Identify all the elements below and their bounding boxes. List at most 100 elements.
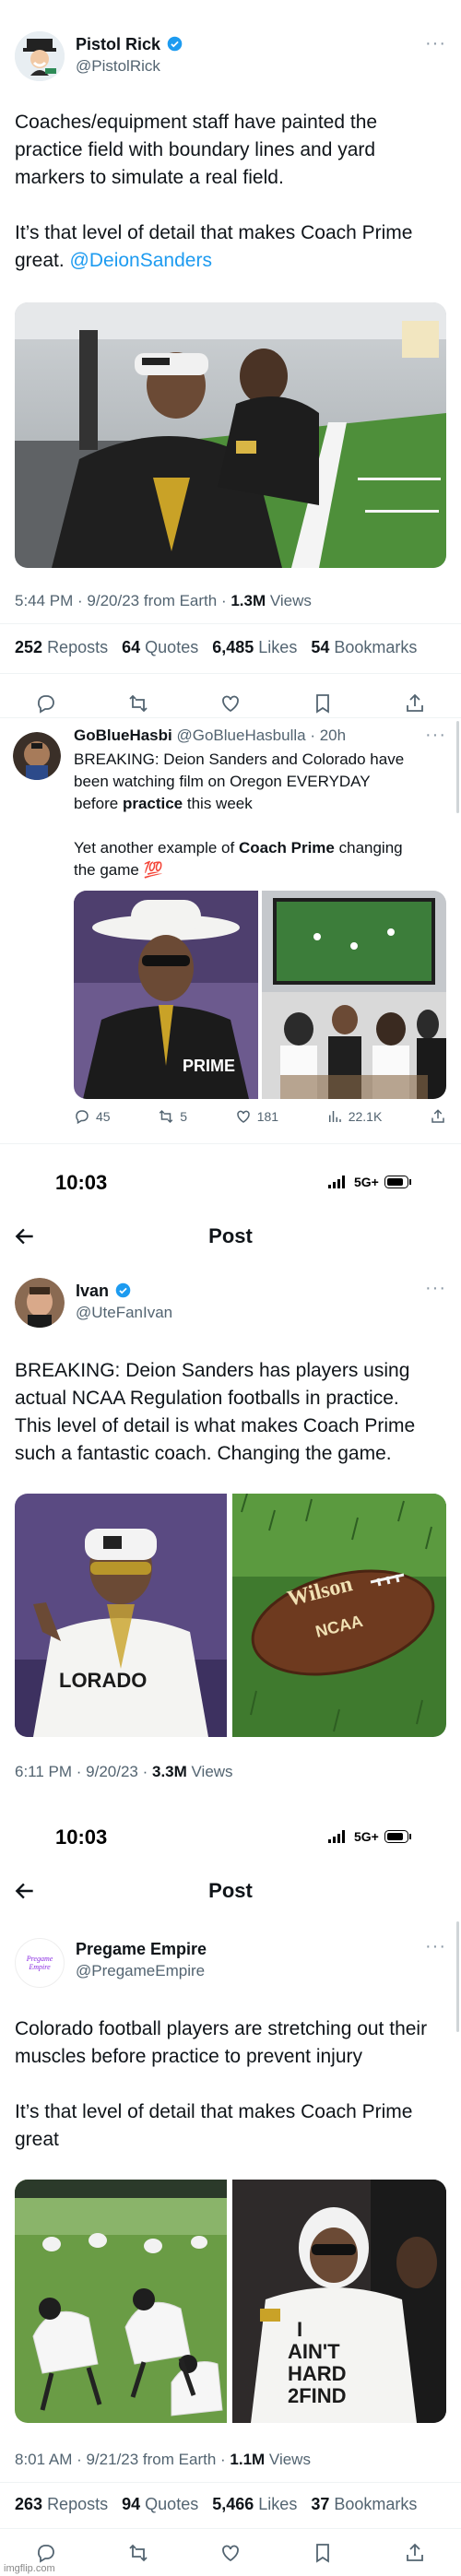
display-name[interactable]: GoBlueHasbi xyxy=(74,727,172,744)
likes-label[interactable]: Likes xyxy=(258,638,297,656)
views-button[interactable]: 22.1K xyxy=(326,1108,382,1125)
display-name[interactable]: Pistol Rick xyxy=(76,35,160,53)
tweet-photo[interactable] xyxy=(15,2180,227,2423)
svg-text:I: I xyxy=(297,2318,302,2341)
more-options-icon[interactable]: ··· xyxy=(425,33,446,54)
like-icon[interactable] xyxy=(219,691,242,715)
repost-icon xyxy=(159,1109,173,1124)
user-handle[interactable]: @UteFanIvan xyxy=(76,1304,172,1322)
repost-count: 5 xyxy=(180,1109,188,1124)
bookmarks-count[interactable]: 37 xyxy=(311,2495,329,2513)
likes-count[interactable]: 5,466 xyxy=(212,2495,254,2513)
post-screen-ivan: 10:03 5G+ Post Ivan @UteFanIvan ··· BREA… xyxy=(0,1143,461,1802)
tweet-text-highlight: practice xyxy=(122,795,183,812)
tweet-photo[interactable]: I AIN'T HARD 2FIND xyxy=(232,2180,446,2423)
quotes-label[interactable]: Quotes xyxy=(145,638,198,656)
scrollbar[interactable] xyxy=(456,721,459,813)
reply-icon xyxy=(76,1110,89,1125)
bookmark-icon[interactable] xyxy=(311,2541,335,2565)
page-title: Post xyxy=(208,1224,253,1247)
svg-text:HARD: HARD xyxy=(288,2362,347,2385)
like-count: 181 xyxy=(256,1109,279,1124)
view-count: 1.1M xyxy=(230,2451,266,2468)
share-icon[interactable] xyxy=(403,691,427,715)
tweet-text-line: Coaches/equipment staff have painted the xyxy=(15,112,378,133)
more-options-icon[interactable]: ··· xyxy=(425,1278,446,1299)
tweet-timestamp[interactable]: 6:11 PM · 9/20/23 · xyxy=(15,1763,152,1780)
display-name[interactable]: Pregame Empire xyxy=(76,1940,207,1958)
likes-label[interactable]: Likes xyxy=(258,2495,297,2513)
tweet-text-line: great xyxy=(15,2129,59,2150)
avatar[interactable] xyxy=(13,732,61,780)
reposts-label[interactable]: Reposts xyxy=(47,638,108,656)
tweet-actions xyxy=(0,690,461,717)
bookmarks-count[interactable]: 54 xyxy=(311,638,329,656)
tweet-text-fragment: changing xyxy=(334,839,403,857)
share-icon[interactable] xyxy=(403,2541,427,2565)
tweet-text-line: It’s that level of detail that makes Coa… xyxy=(15,2101,413,2122)
tweet-photo[interactable]: LORADO xyxy=(15,1494,227,1737)
tweet-timestamp[interactable]: 8:01 AM · 9/21/23 from Earth · xyxy=(15,2451,230,2468)
likes-count[interactable]: 6,485 xyxy=(212,638,254,656)
network-label: 5G+ xyxy=(354,1175,379,1189)
more-options-icon[interactable]: ··· xyxy=(425,1936,446,1957)
more-options-icon[interactable]: ··· xyxy=(425,725,446,746)
tweet-photo[interactable]: PRIME xyxy=(74,891,258,1099)
display-name[interactable]: Ivan xyxy=(76,1282,109,1300)
tweet-text-line: actual NCAA Regulation footballs in prac… xyxy=(15,1388,399,1409)
avatar[interactable] xyxy=(15,1278,65,1328)
tweet-pistolrick: Pistol Rick @PistolRick ··· Coaches/equi… xyxy=(0,0,461,682)
user-handle[interactable]: @PistolRick xyxy=(76,57,160,76)
tweet-text-line: BREAKING: Deion Sanders and Colorado hav… xyxy=(74,750,405,768)
bookmarks-label[interactable]: Bookmarks xyxy=(334,638,417,656)
repost-icon[interactable] xyxy=(126,2541,150,2565)
avatar[interactable] xyxy=(15,31,65,81)
share-button[interactable] xyxy=(430,1108,446,1125)
reply-button[interactable]: 45 xyxy=(74,1108,111,1125)
bookmark-icon[interactable] xyxy=(311,691,335,715)
page-title: Post xyxy=(208,1879,253,1902)
tweet-photo[interactable] xyxy=(15,302,446,568)
reposts-count[interactable]: 252 xyxy=(15,638,42,656)
scrollbar[interactable] xyxy=(456,1921,459,2032)
reposts-label[interactable]: Reposts xyxy=(47,2495,108,2513)
share-icon xyxy=(431,1109,444,1123)
user-handle[interactable]: @PregameEmpire xyxy=(76,1962,205,1980)
reply-icon[interactable] xyxy=(34,691,58,715)
tweet-photo[interactable] xyxy=(262,891,446,1099)
status-bar-time: 10:03 xyxy=(55,1171,108,1194)
tweet-text-line: the game 💯 xyxy=(74,861,163,879)
like-icon xyxy=(236,1110,250,1123)
mention-link[interactable]: @DeionSanders xyxy=(70,250,212,271)
repost-icon[interactable] xyxy=(126,691,150,715)
like-icon[interactable] xyxy=(219,2541,242,2565)
quotes-label[interactable]: Quotes xyxy=(145,2495,198,2513)
repost-button[interactable]: 5 xyxy=(158,1108,187,1125)
battery-icon xyxy=(384,1830,411,1843)
reply-count: 45 xyxy=(96,1109,111,1124)
signal-icon xyxy=(328,1176,345,1188)
tweet-text-line: great. xyxy=(15,250,70,271)
tweet-photo[interactable]: Wilson NCAA xyxy=(232,1494,446,1737)
reposts-count[interactable]: 263 xyxy=(15,2495,42,2513)
tweet-text-line: been watching film on Oregon EVERYDAY xyxy=(74,773,371,790)
tweet-text-line: This level of detail is what makes Coach… xyxy=(15,1415,416,1436)
tweet-timestamp[interactable]: 5:44 PM · 9/20/23 from Earth · xyxy=(15,592,230,609)
tweet-text-fragment: this week xyxy=(183,795,253,812)
avatar[interactable]: Pregame Empire xyxy=(15,1938,65,1988)
reply-icon[interactable] xyxy=(34,2541,58,2565)
tweet-text-line: muscles before practice to prevent injur… xyxy=(15,2046,363,2067)
tweet-text-line: practice field with boundary lines and y… xyxy=(15,139,376,160)
views-label: Views xyxy=(265,2451,311,2468)
views-label: Views xyxy=(266,592,312,609)
quotes-count[interactable]: 94 xyxy=(122,2495,140,2513)
bookmarks-label[interactable]: Bookmarks xyxy=(334,2495,417,2513)
status-bar-indicators: 5G+ xyxy=(328,1829,412,1844)
quotes-count[interactable]: 64 xyxy=(122,638,140,656)
verified-badge-icon xyxy=(116,1282,131,1298)
like-button[interactable]: 181 xyxy=(235,1108,278,1125)
view-count: 1.3M xyxy=(230,592,266,609)
status-bar-time: 10:03 xyxy=(55,1826,108,1849)
signal-icon xyxy=(328,1830,345,1843)
user-handle-and-time[interactable]: @GoBlueHasbulla · 20h xyxy=(176,727,346,744)
